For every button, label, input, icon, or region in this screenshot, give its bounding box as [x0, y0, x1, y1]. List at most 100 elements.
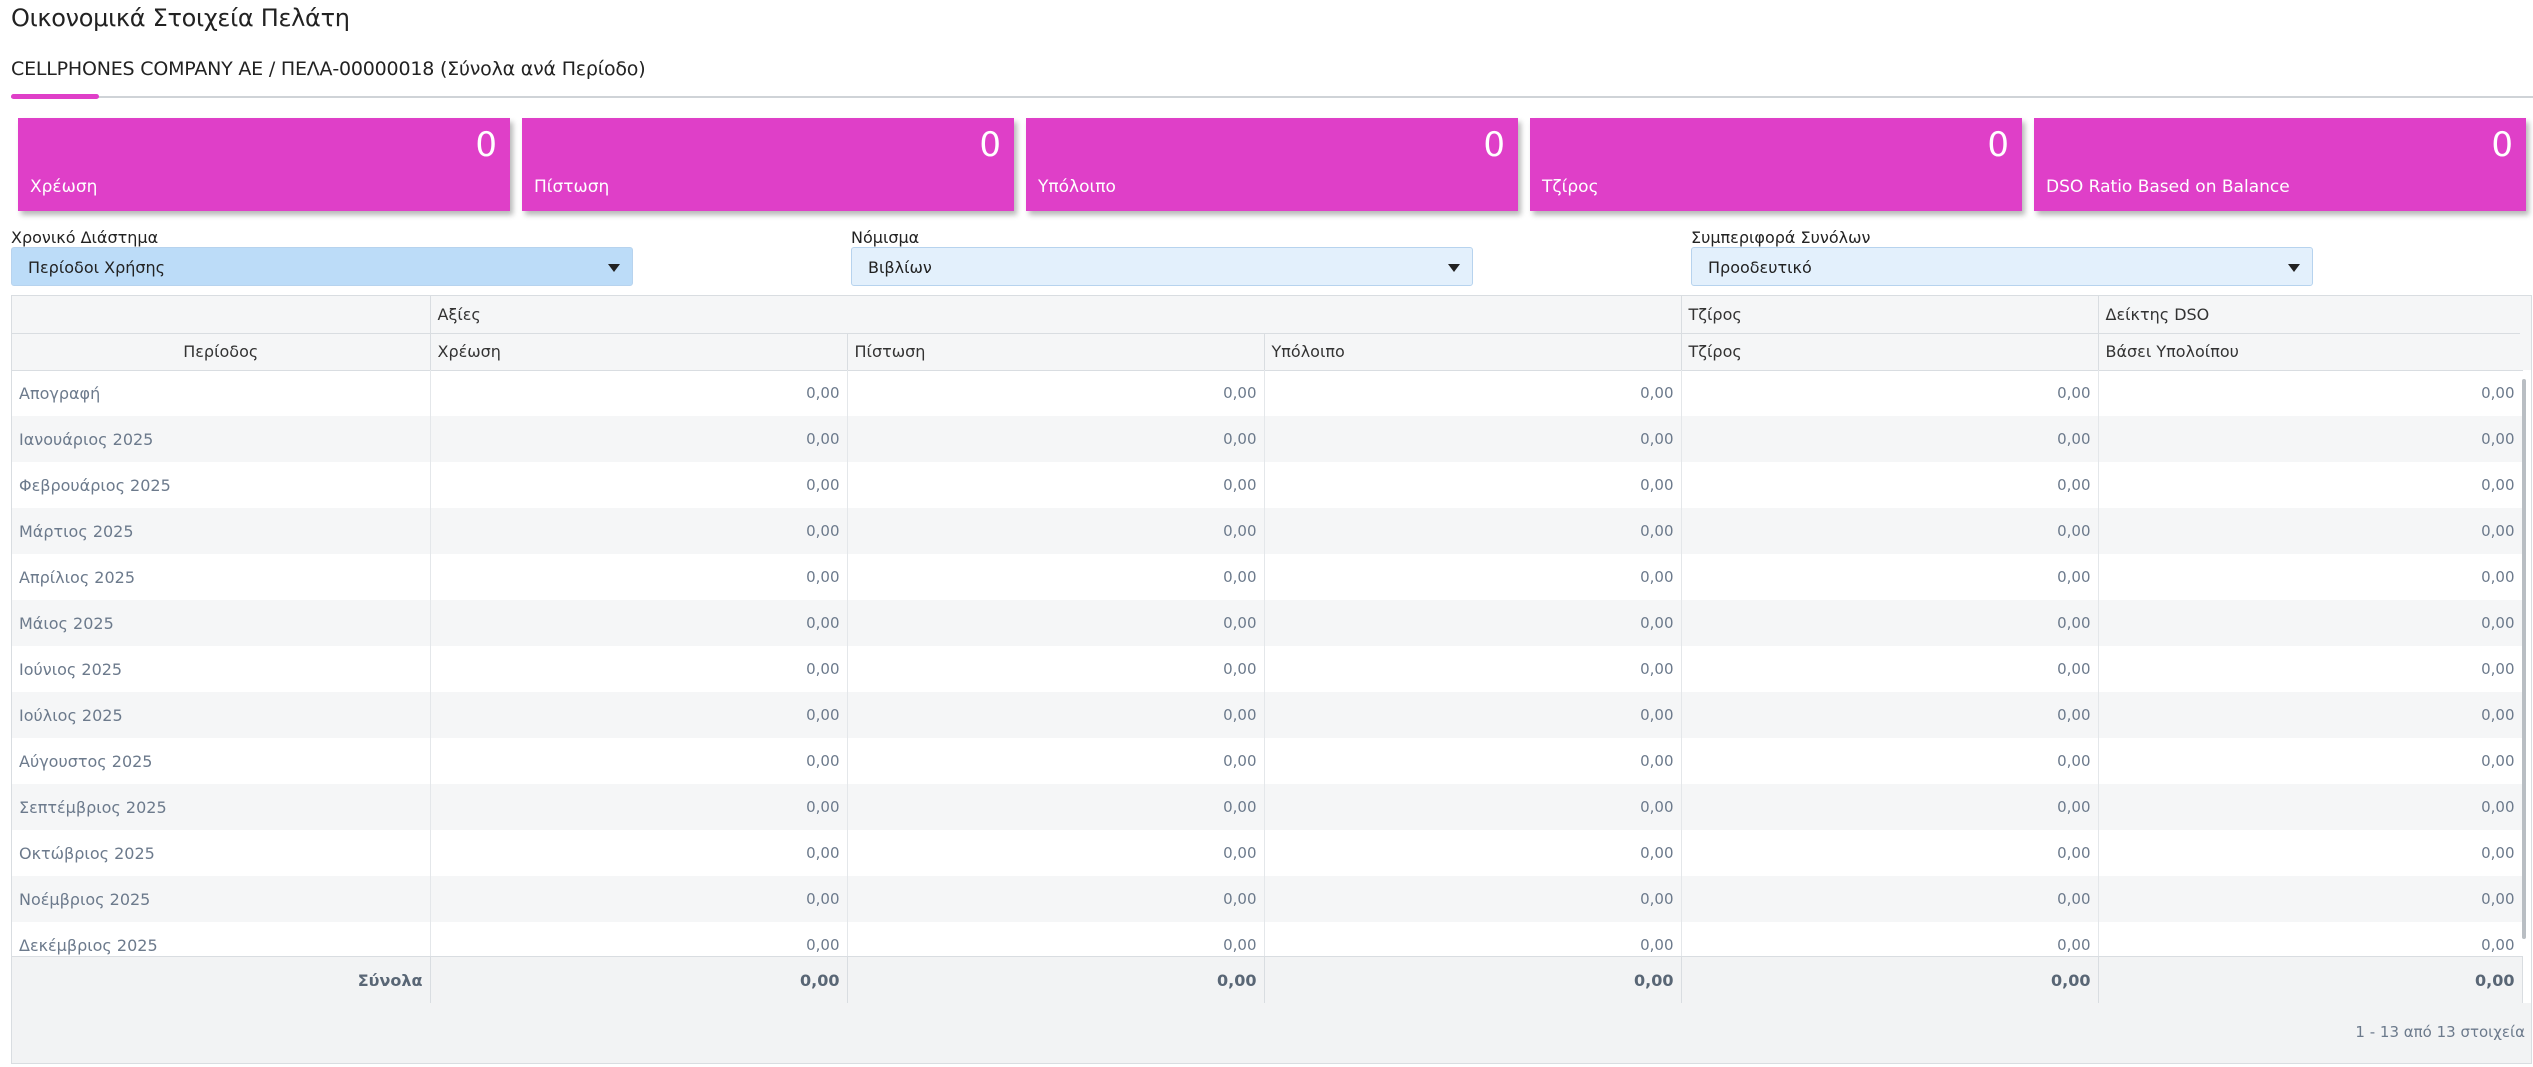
cell-period: Σεπτέμβριος 2025: [12, 784, 431, 830]
cell-period: Ιούνιος 2025: [12, 646, 431, 692]
vertical-scrollbar[interactable]: [2522, 379, 2526, 939]
column-header-balance[interactable]: Υπόλοιπο: [1264, 333, 1682, 371]
kpi-label: Υπόλοιπο: [1038, 177, 1116, 197]
cell-dso: 0,00: [2098, 692, 2522, 738]
page-subtitle: CELLPHONES COMPANY AE / ΠΕΛΑ-00000018 (Σ…: [11, 58, 646, 80]
totals-behavior-label: Συμπεριφορά Συνόλων: [1691, 228, 1871, 247]
cell-turnover: 0,00: [1681, 646, 2099, 692]
period-range-select[interactable]: Περίοδοι Χρήσης: [11, 247, 633, 286]
cell-turnover: 0,00: [1681, 416, 2099, 462]
table-row[interactable]: Σεπτέμβριος 2025 0,00 0,00 0,00 0,00 0,00: [12, 784, 2522, 830]
cell-credit: 0,00: [847, 692, 1265, 738]
totals-dso: 0,00: [2098, 956, 2523, 1004]
cell-credit: 0,00: [847, 370, 1265, 416]
column-header-dso[interactable]: Βάσει Υπολοίπου: [2098, 333, 2523, 371]
column-header-period[interactable]: Περίοδος: [12, 333, 431, 371]
cell-dso: 0,00: [2098, 370, 2522, 416]
select-value: Περίοδοι Χρήσης: [28, 258, 166, 277]
cell-period: Μάρτιος 2025: [12, 508, 431, 554]
cell-dso: 0,00: [2098, 600, 2522, 646]
cell-balance: 0,00: [1264, 646, 1682, 692]
cell-debit: 0,00: [430, 692, 848, 738]
cell-debit: 0,00: [430, 462, 848, 508]
table-row[interactable]: Αύγουστος 2025 0,00 0,00 0,00 0,00 0,00: [12, 738, 2522, 784]
table-row[interactable]: Ιανουάριος 2025 0,00 0,00 0,00 0,00 0,00: [12, 416, 2522, 462]
cell-credit: 0,00: [847, 600, 1265, 646]
totals-balance: 0,00: [1264, 956, 1682, 1004]
group-header-turnover: Τζίρος: [1681, 296, 2099, 334]
table-row[interactable]: Φεβρουάριος 2025 0,00 0,00 0,00 0,00 0,00: [12, 462, 2522, 508]
grid-totals-row: Σύνολα 0,00 0,00 0,00 0,00 0,00: [12, 956, 2523, 1004]
grid-pager: 1 - 13 από 13 στοιχεία: [12, 1003, 2531, 1063]
currency-select[interactable]: Βιβλίων: [851, 247, 1473, 286]
cell-debit: 0,00: [430, 922, 848, 956]
column-header-turnover[interactable]: Τζίρος: [1681, 333, 2099, 371]
cell-balance: 0,00: [1264, 692, 1682, 738]
cell-period: Αύγουστος 2025: [12, 738, 431, 784]
cell-dso: 0,00: [2098, 416, 2522, 462]
cell-balance: 0,00: [1264, 738, 1682, 784]
totals-turnover: 0,00: [1681, 956, 2099, 1004]
cell-dso: 0,00: [2098, 646, 2522, 692]
cell-debit: 0,00: [430, 784, 848, 830]
caret-down-icon: [1448, 264, 1460, 272]
cell-debit: 0,00: [430, 738, 848, 784]
kpi-value: 0: [1483, 125, 1505, 165]
column-header-debit[interactable]: Χρέωση: [430, 333, 848, 371]
cell-balance: 0,00: [1264, 370, 1682, 416]
cell-credit: 0,00: [847, 784, 1265, 830]
cell-turnover: 0,00: [1681, 370, 2099, 416]
table-row[interactable]: Μάρτιος 2025 0,00 0,00 0,00 0,00 0,00: [12, 508, 2522, 554]
period-totals-grid: Αξίες Τζίρος Δείκτης DSO Περίοδος Χρέωση…: [11, 295, 2532, 1064]
cell-debit: 0,00: [430, 646, 848, 692]
kpi-label: Πίστωση: [534, 177, 610, 197]
cell-period: Οκτώβριος 2025: [12, 830, 431, 876]
kpi-value: 0: [1987, 125, 2009, 165]
cell-dso: 0,00: [2098, 784, 2522, 830]
cell-debit: 0,00: [430, 830, 848, 876]
cell-dso: 0,00: [2098, 462, 2522, 508]
group-header-empty: [12, 296, 431, 334]
cell-period: Μάιος 2025: [12, 600, 431, 646]
totals-label: Σύνολα: [12, 956, 431, 1004]
cell-debit: 0,00: [430, 370, 848, 416]
cell-period: Νοέμβριος 2025: [12, 876, 431, 922]
pager-info: 1 - 13 από 13 στοιχεία: [2355, 1023, 2525, 1041]
table-row[interactable]: Απρίλιος 2025 0,00 0,00 0,00 0,00 0,00: [12, 554, 2522, 600]
table-row[interactable]: Δεκέμβριος 2025 0,00 0,00 0,00 0,00 0,00: [12, 922, 2522, 956]
table-row[interactable]: Νοέμβριος 2025 0,00 0,00 0,00 0,00 0,00: [12, 876, 2522, 922]
table-row[interactable]: Μάιος 2025 0,00 0,00 0,00 0,00 0,00: [12, 600, 2522, 646]
caret-down-icon: [2288, 264, 2300, 272]
cell-debit: 0,00: [430, 508, 848, 554]
cell-credit: 0,00: [847, 646, 1265, 692]
cell-dso: 0,00: [2098, 508, 2522, 554]
cell-credit: 0,00: [847, 508, 1265, 554]
kpi-value: 0: [475, 125, 497, 165]
cell-period: Δεκέμβριος 2025: [12, 922, 431, 956]
cell-debit: 0,00: [430, 600, 848, 646]
kpi-value: 0: [2491, 125, 2513, 165]
cell-period: Απρίλιος 2025: [12, 554, 431, 600]
cell-credit: 0,00: [847, 738, 1265, 784]
select-value: Βιβλίων: [868, 258, 932, 277]
header-scroll-gap: [2520, 296, 2531, 370]
grid-body-scroll[interactable]: Απογραφή 0,00 0,00 0,00 0,00 0,00 Ιανουάριος 2…: [12, 370, 2522, 956]
caret-down-icon: [608, 264, 620, 272]
cell-balance: 0,00: [1264, 830, 1682, 876]
totals-behavior-select[interactable]: Προοδευτικό: [1691, 247, 2313, 286]
table-row[interactable]: Ιούνιος 2025 0,00 0,00 0,00 0,00 0,00: [12, 646, 2522, 692]
kpi-label: Χρέωση: [30, 177, 98, 197]
currency-label: Νόμισμα: [851, 228, 920, 247]
cell-debit: 0,00: [430, 416, 848, 462]
table-row[interactable]: Οκτώβριος 2025 0,00 0,00 0,00 0,00 0,00: [12, 830, 2522, 876]
table-row[interactable]: Ιούλιος 2025 0,00 0,00 0,00 0,00 0,00: [12, 692, 2522, 738]
totals-debit: 0,00: [430, 956, 848, 1004]
cell-balance: 0,00: [1264, 554, 1682, 600]
cell-turnover: 0,00: [1681, 922, 2099, 956]
cell-credit: 0,00: [847, 462, 1265, 508]
table-row[interactable]: Απογραφή 0,00 0,00 0,00 0,00 0,00: [12, 370, 2522, 416]
column-header-credit[interactable]: Πίστωση: [847, 333, 1265, 371]
cell-debit: 0,00: [430, 554, 848, 600]
cell-period: Απογραφή: [12, 370, 431, 416]
cell-dso: 0,00: [2098, 830, 2522, 876]
